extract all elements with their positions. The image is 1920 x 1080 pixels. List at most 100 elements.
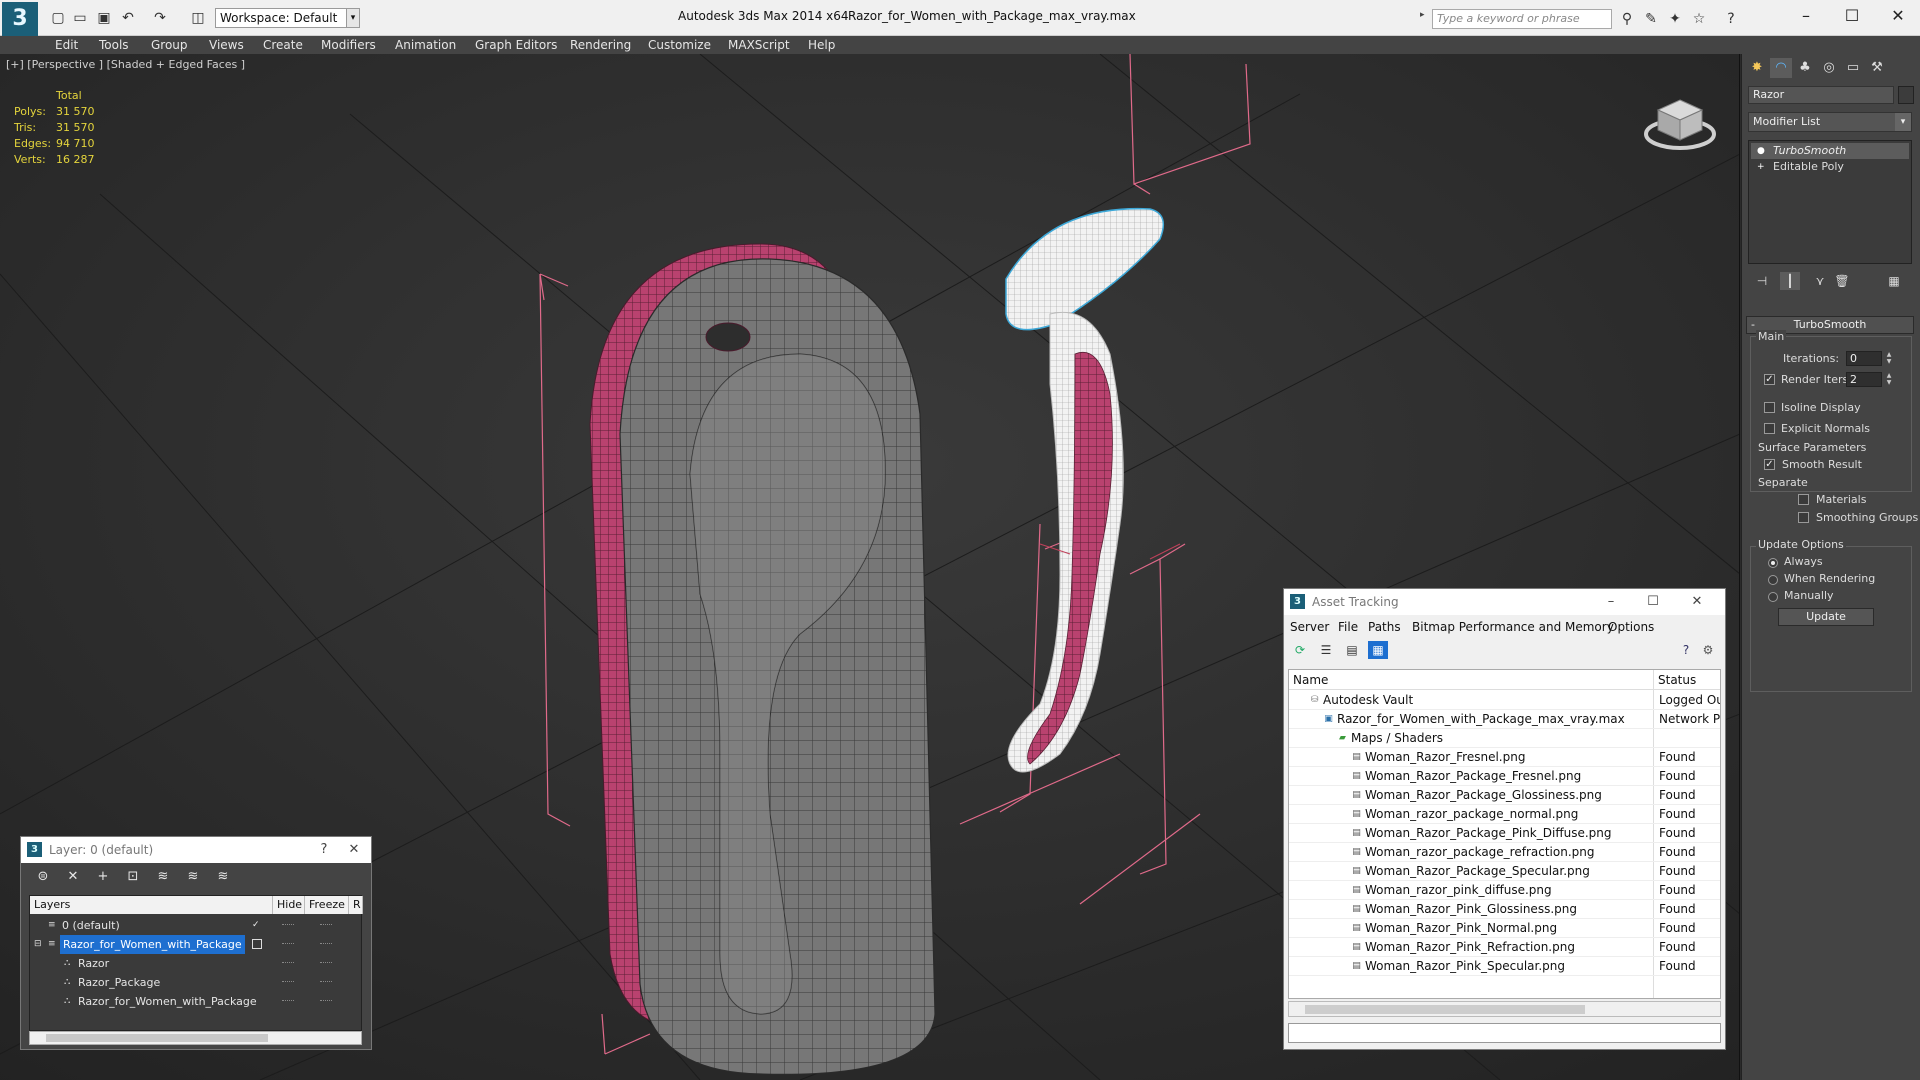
freeze-toggle[interactable] (320, 962, 332, 964)
workspace-select[interactable]: Workspace: Default▾ (215, 8, 355, 28)
redo-icon[interactable]: ↷ (150, 8, 170, 28)
hierarchy-tab-icon[interactable]: ♣ (1794, 58, 1816, 78)
scrollbar-thumb[interactable] (46, 1034, 268, 1042)
layer-row[interactable]: ⊟ ≡ Razor_for_Women_with_Package (30, 935, 361, 954)
hide-toggle[interactable] (282, 962, 294, 964)
layer-highlight-icon[interactable]: ≋ (153, 868, 173, 886)
table-view-icon[interactable]: ▦ (1368, 641, 1388, 659)
asset-menu-paths[interactable]: Paths (1368, 620, 1401, 634)
help-icon[interactable]: ? (1676, 641, 1696, 659)
layer-horizontal-scrollbar[interactable] (29, 1031, 362, 1045)
favorites-star-icon[interactable]: ☆ (1690, 10, 1708, 28)
update-manually-radio[interactable] (1768, 592, 1778, 602)
undo-icon[interactable]: ↶ (118, 8, 138, 28)
asset-row[interactable]: ▤ Woman_Razor_Package_Glossiness.png Found (1289, 786, 1720, 805)
menu-rendering[interactable]: Rendering (570, 36, 631, 54)
asset-row[interactable]: ▤ Woman_Razor_Pink_Specular.png Found (1289, 957, 1720, 976)
maximize-icon[interactable]: ☐ (1640, 592, 1666, 612)
asset-row[interactable]: ▤ Woman_Razor_Pink_Refraction.png Found (1289, 938, 1720, 957)
motion-tab-icon[interactable]: ◎ (1818, 58, 1840, 78)
asset-row[interactable]: ▣ Razor_for_Women_with_Package_max_vray.m… (1289, 710, 1720, 729)
menu-maxscript[interactable]: MAXScript (728, 36, 790, 54)
asset-row[interactable]: ▤ Woman_Razor_Package_Pink_Diffuse.png Fou… (1289, 824, 1720, 843)
scrollbar-thumb[interactable] (1305, 1005, 1585, 1014)
context-help-icon[interactable]: ⚙ (1698, 641, 1718, 659)
close-icon[interactable]: ✕ (1684, 592, 1710, 612)
explicit-normals-checkbox[interactable] (1764, 423, 1775, 434)
current-layer-box-icon[interactable] (252, 939, 262, 949)
layer-add-selection-icon[interactable]: + (93, 868, 113, 886)
materials-checkbox[interactable] (1798, 494, 1809, 505)
render-column-header[interactable]: R (349, 896, 363, 914)
asset-menu-options[interactable]: Options (1608, 620, 1654, 634)
layer-window-titlebar[interactable]: 3 Layer: 0 (default) ? ✕ (21, 837, 371, 863)
menu-modifiers[interactable]: Modifiers (321, 36, 376, 54)
asset-row[interactable]: ▰ Maps / Shaders (1289, 729, 1720, 748)
layer-hide-all-icon[interactable]: ≋ (183, 868, 203, 886)
expand-plus-icon[interactable]: + (1757, 162, 1767, 172)
isoline-display-checkbox[interactable] (1764, 402, 1775, 413)
name-column-header[interactable]: Name (1289, 670, 1654, 690)
menu-edit[interactable]: Edit (55, 36, 78, 54)
new-file-icon[interactable]: ▢ (48, 8, 68, 28)
close-icon[interactable]: ✕ (341, 840, 367, 860)
menu-views[interactable]: Views (209, 36, 244, 54)
layer-new-icon[interactable]: ⊜ (33, 868, 53, 886)
open-file-icon[interactable]: ▭ (70, 8, 90, 28)
asset-menu-bitmap-performance[interactable]: Bitmap Performance and Memory (1412, 620, 1614, 634)
hide-toggle[interactable] (282, 1000, 294, 1002)
menu-customize[interactable]: Customize (648, 36, 711, 54)
layer-object-row[interactable]: ⛬ Razor (30, 954, 361, 973)
help-icon[interactable]: ? (311, 840, 337, 860)
hide-column-header[interactable]: Hide (273, 896, 305, 914)
minimize-icon[interactable]: – (1784, 4, 1828, 28)
hide-toggle[interactable] (282, 943, 294, 945)
spinner-arrows-icon[interactable]: ▲ ▼ (1884, 351, 1894, 366)
lightbulb-icon[interactable]: ● (1757, 146, 1767, 156)
hide-toggle[interactable] (282, 924, 294, 926)
layer-select-objects-icon[interactable]: ⊡ (123, 868, 143, 886)
binoculars-icon[interactable]: ⚲ (1618, 10, 1636, 28)
asset-row[interactable]: ▤ Woman_Razor_Pink_Glossiness.png Found (1289, 900, 1720, 919)
minimize-icon[interactable]: – (1598, 592, 1624, 612)
asset-row[interactable]: ▤ Woman_Razor_Package_Specular.png Found (1289, 862, 1720, 881)
update-always-radio[interactable] (1768, 558, 1778, 568)
update-when-rendering-radio[interactable] (1768, 575, 1778, 585)
layer-row[interactable]: ≡ 0 (default) ✓ (30, 916, 361, 935)
smooth-result-checkbox[interactable]: ✓ (1764, 459, 1775, 470)
asset-row[interactable]: ▤ Woman_razor_package_refraction.png Found (1289, 843, 1720, 862)
close-icon[interactable]: ✕ (1876, 4, 1920, 28)
menu-tools[interactable]: Tools (99, 36, 129, 54)
viewport-label[interactable]: [+] [Perspective ] [Shaded + Edged Faces… (6, 58, 245, 71)
maximize-icon[interactable]: ☐ (1830, 4, 1874, 28)
project-folder-icon[interactable]: ◫ (188, 8, 208, 28)
asset-row[interactable]: ▤ Woman_Razor_Package_Fresnel.png Found (1289, 767, 1720, 786)
stack-item-turbosmooth[interactable]: ● TurboSmooth (1751, 143, 1909, 159)
collapse-icon[interactable]: ⊟ (34, 939, 44, 949)
menu-help[interactable]: Help (808, 36, 835, 54)
menu-create[interactable]: Create (263, 36, 303, 54)
modifier-list-dropdown[interactable]: Modifier List ▾ (1748, 112, 1912, 132)
pin-stack-icon[interactable]: ⊣ (1752, 272, 1772, 290)
asset-menu-server[interactable]: Server (1290, 620, 1329, 634)
asset-row[interactable]: ▤ Woman_razor_package_normal.png Found (1289, 805, 1720, 824)
layer-object-row[interactable]: ⛬ Razor_Package (30, 973, 361, 992)
make-unique-icon[interactable]: ⋎ (1810, 272, 1830, 290)
render-iters-spinner[interactable]: 2 (1846, 372, 1882, 387)
refresh-icon[interactable]: ⟳ (1290, 641, 1310, 659)
hide-toggle[interactable] (282, 981, 294, 983)
app-logo-icon[interactable]: 3 (2, 2, 38, 36)
list-view-icon[interactable]: ☰ (1316, 641, 1336, 659)
asset-row[interactable]: ▤ Woman_Razor_Pink_Normal.png Found (1289, 919, 1720, 938)
workspace-dropdown-button[interactable]: ▾ (346, 8, 360, 28)
search-expand-icon[interactable]: ▸ (1420, 10, 1432, 28)
modify-tab-icon[interactable]: ◠ (1770, 58, 1792, 78)
menu-animation[interactable]: Animation (395, 36, 456, 54)
show-end-result-icon[interactable]: ┃ (1780, 272, 1800, 290)
menu-graph-editors[interactable]: Graph Editors (475, 36, 557, 54)
utilities-tab-icon[interactable]: ⚒ (1866, 58, 1888, 78)
asset-row[interactable]: ⛁ Autodesk Vault Logged Ou (1289, 691, 1720, 710)
freeze-toggle[interactable] (320, 1000, 332, 1002)
layer-freeze-all-icon[interactable]: ≋ (213, 868, 233, 886)
subscription-icon[interactable]: ✦ (1666, 10, 1684, 28)
